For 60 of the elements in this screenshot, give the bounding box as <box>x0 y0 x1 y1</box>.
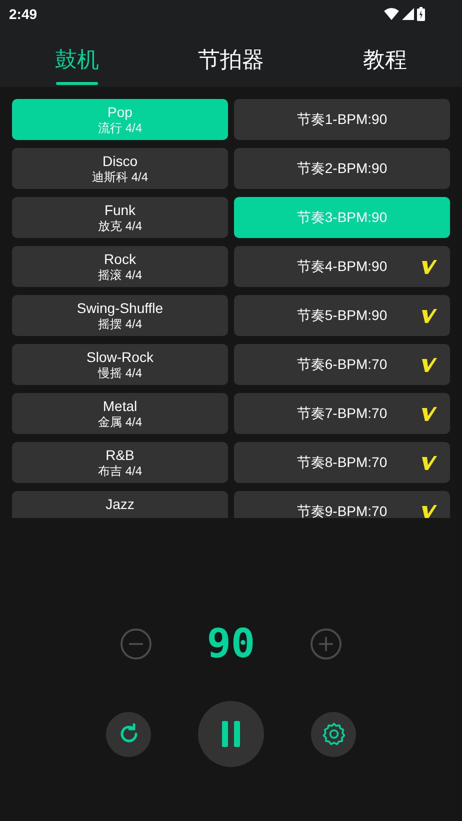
style-name: Pop <box>108 103 132 121</box>
rhythm-button[interactable]: 节奏6-BPM:70 <box>234 344 450 385</box>
style-name: Rock <box>104 250 136 268</box>
rhythm-label: 节奏5-BPM:90 <box>296 306 388 325</box>
rhythm-button[interactable]: 节奏8-BPM:70 <box>234 442 450 483</box>
style-name: Swing-Shuffle <box>76 299 164 317</box>
style-button[interactable]: Funk 放克 4/4 <box>12 197 228 238</box>
style-subtitle: 慢摇 4/4 <box>98 366 142 381</box>
style-button[interactable]: Disco 迪斯科 4/4 <box>12 148 228 189</box>
rhythm-label: 节奏6-BPM:70 <box>296 355 388 374</box>
pause-icon <box>221 721 241 747</box>
rhythm-label: 节奏1-BPM:90 <box>296 110 388 129</box>
style-button[interactable]: Jazz <box>12 491 228 518</box>
style-name: Funk <box>104 201 136 219</box>
check-icon <box>420 308 438 324</box>
rhythm-button[interactable]: 节奏5-BPM:90 <box>234 295 450 336</box>
check-icon <box>420 258 438 274</box>
rhythm-button[interactable]: 节奏2-BPM:90 <box>234 148 450 189</box>
style-button[interactable]: Slow-Rock 慢摇 4/4 <box>12 344 228 385</box>
style-name: Disco <box>102 152 138 170</box>
settings-button[interactable] <box>311 712 356 756</box>
check-icon <box>420 356 438 372</box>
check-icon <box>420 406 438 422</box>
style-subtitle: 摇摆 4/4 <box>98 317 142 332</box>
status-time: 2:49 <box>9 4 38 24</box>
style-button[interactable]: Swing-Shuffle 摇摆 4/4 <box>12 295 228 336</box>
tab[interactable]: 鼓机 <box>0 28 154 87</box>
style-button[interactable]: Rock 摇滚 4/4 <box>12 246 228 287</box>
rhythm-label: 节奏3-BPM:90 <box>296 208 388 227</box>
style-subtitle: 布吉 4/4 <box>98 464 142 479</box>
rhythm-label: 节奏4-BPM:90 <box>296 257 388 276</box>
rhythm-label: 节奏7-BPM:70 <box>296 404 388 423</box>
tab[interactable]: 教程 <box>308 28 462 87</box>
tab[interactable]: 节拍器 <box>154 28 308 87</box>
rhythm-button[interactable]: 节奏9-BPM:70 <box>234 491 450 518</box>
style-button[interactable]: Metal 金属 4/4 <box>12 393 228 434</box>
style-button[interactable]: R&B 布吉 4/4 <box>12 442 228 483</box>
signal-icon <box>402 8 414 20</box>
style-subtitle: 摇滚 4/4 <box>98 268 142 283</box>
style-subtitle: 流行 4/4 <box>98 121 142 136</box>
style-subtitle: 金属 4/4 <box>98 415 142 430</box>
style-name: Jazz <box>106 495 134 513</box>
style-name: R&B <box>106 446 134 464</box>
rhythm-label: 节奏8-BPM:70 <box>296 453 388 472</box>
refresh-button[interactable] <box>106 712 151 756</box>
style-subtitle: 迪斯科 4/4 <box>92 170 148 185</box>
settings-icon <box>320 721 346 747</box>
wifi-icon <box>384 8 399 20</box>
check-icon <box>420 454 438 470</box>
style-subtitle: 放克 4/4 <box>98 219 142 234</box>
style-name: Slow-Rock <box>86 348 154 366</box>
battery-icon <box>417 7 425 21</box>
rhythm-button[interactable]: 节奏1-BPM:90 <box>234 99 450 140</box>
bpm-display: 90 <box>206 624 256 664</box>
check-icon <box>420 504 438 518</box>
style-name: Metal <box>102 397 138 415</box>
rhythm-button[interactable]: 节奏4-BPM:90 <box>234 246 450 287</box>
rhythm-label: 节奏2-BPM:90 <box>296 159 388 178</box>
rhythm-label: 节奏9-BPM:70 <box>296 502 388 518</box>
rhythm-button[interactable]: 节奏7-BPM:70 <box>234 393 450 434</box>
